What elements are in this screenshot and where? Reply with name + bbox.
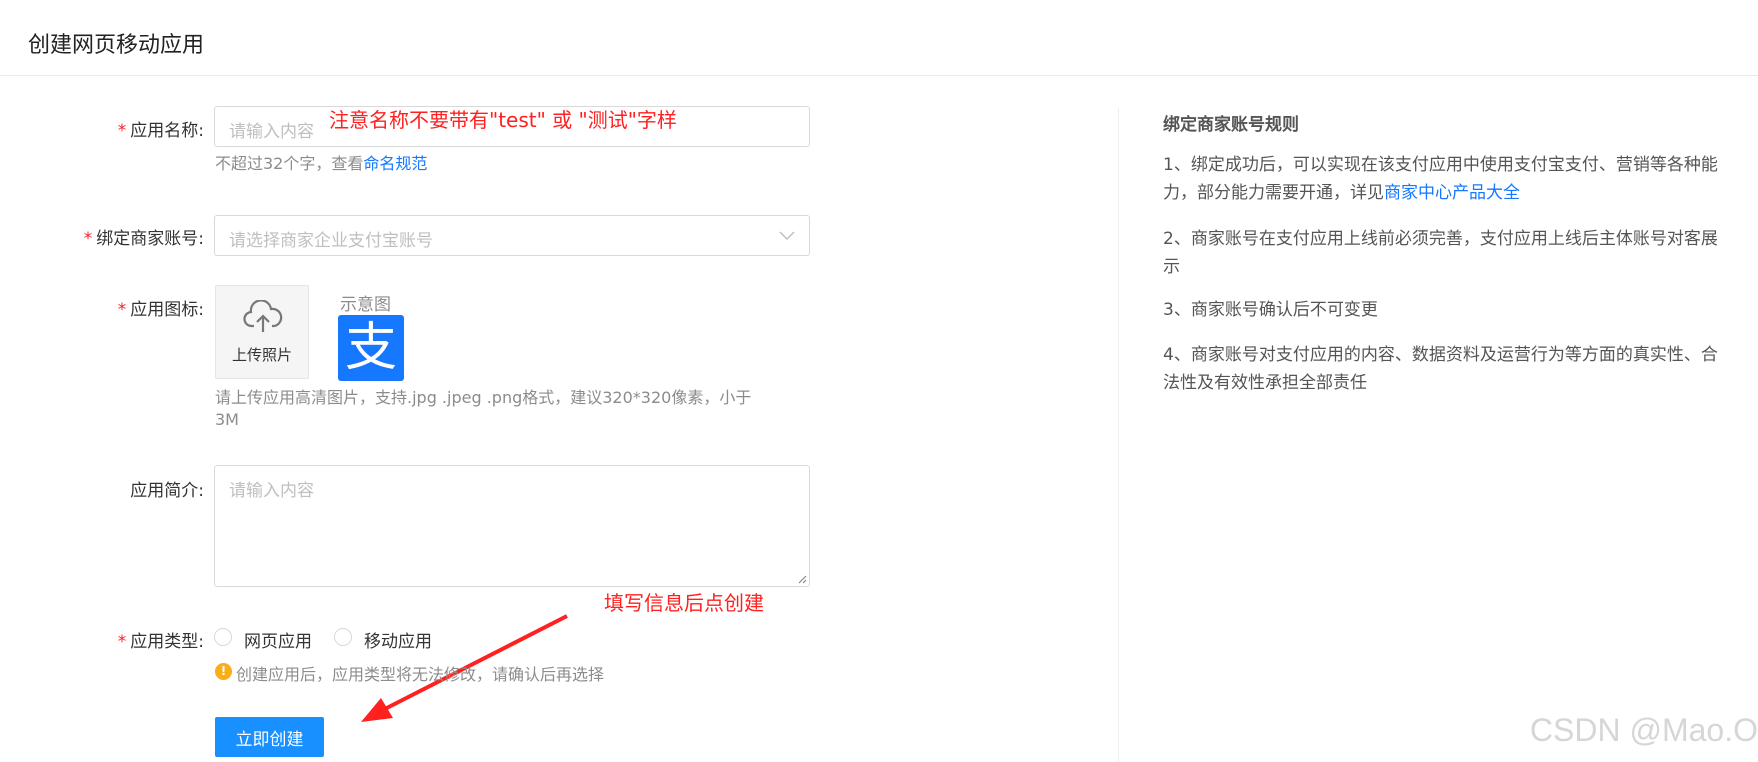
radio-web-app-label[interactable]: 网页应用 (244, 627, 312, 652)
page-header: 创建网页移动应用 (0, 0, 1758, 76)
naming-rules-link[interactable]: 命名规范 (363, 154, 427, 173)
alipay-glyph: 支 (344, 318, 397, 378)
app-icon-hint-2: 3M (215, 410, 239, 429)
required-mark: * (117, 300, 127, 320)
column-divider (1118, 108, 1119, 762)
app-desc-placeholder: 请输入内容 (229, 481, 314, 501)
app-type-label: * 应用类型: (117, 632, 204, 652)
radio-web-app[interactable] (214, 628, 232, 646)
merchant-account-label: * 绑定商家账号: (83, 229, 204, 249)
app-icon-label: * 应用图标: (117, 300, 204, 320)
sample-label: 示意图 (340, 295, 391, 315)
create-now-button[interactable]: 立即创建 (215, 717, 324, 757)
merchant-center-link[interactable]: 商家中心产品大全 (1384, 183, 1520, 203)
upload-photo-label: 上传照片 (231, 346, 292, 364)
cloud-upload-icon (243, 300, 283, 332)
required-mark: * (83, 229, 93, 249)
rules-title: 绑定商家账号规则 (1163, 115, 1299, 135)
page-title: 创建网页移动应用 (28, 33, 205, 58)
app-type-warning: 创建应用后，应用类型将无法修改，请确认后再选择 (236, 665, 605, 684)
warning-icon: ! (215, 663, 232, 680)
app-icon-hint-1: 请上传应用高清图片，支持.jpg .jpeg .png格式，建议320*320像… (215, 388, 752, 407)
name-annotation: 注意名称不要带有"test" 或 "测试"字样 (329, 108, 677, 132)
resize-handle-icon[interactable] (797, 574, 807, 584)
upload-photo-button[interactable]: 上传照片 (215, 285, 309, 379)
rule-item-3: 3、商家账号确认后不可变更 (1163, 300, 1378, 320)
app-name-hint: 不超过32个字，查看命名规范 (215, 154, 428, 173)
rule-item-4: 4、商家账号对支付应用的内容、数据资料及运营行为等方面的真实性、合法性及有效性承… (1163, 345, 1718, 393)
csdn-watermark: CSDN @Mao.O (1529, 712, 1758, 748)
app-name-placeholder: 请输入内容 (229, 122, 314, 142)
rule-item-2: 2、商家账号在支付应用上线前必须完善，支付应用上线后主体账号对客展示 (1163, 229, 1718, 277)
rule-item-1: 1、绑定成功后，可以实现在该支付应用中使用支付宝支付、营销等各种能力，部分能力需… (1163, 155, 1718, 203)
required-mark: * (117, 121, 127, 141)
required-mark: * (117, 632, 127, 652)
app-desc-textarea[interactable]: 请输入内容 (214, 465, 810, 587)
merchant-account-placeholder: 请选择商家企业支付宝账号 (229, 231, 433, 251)
alipay-logo-icon: 支 (338, 315, 404, 381)
app-desc-label: 应用简介: (130, 481, 204, 501)
create-annotation: 填写信息后点创建 (604, 591, 764, 615)
radio-mobile-app[interactable] (334, 628, 352, 646)
app-name-label: * 应用名称: (117, 121, 204, 141)
chevron-down-icon (779, 231, 795, 241)
radio-mobile-app-label[interactable]: 移动应用 (364, 627, 432, 652)
merchant-account-select[interactable]: 请选择商家企业支付宝账号 (214, 215, 810, 256)
